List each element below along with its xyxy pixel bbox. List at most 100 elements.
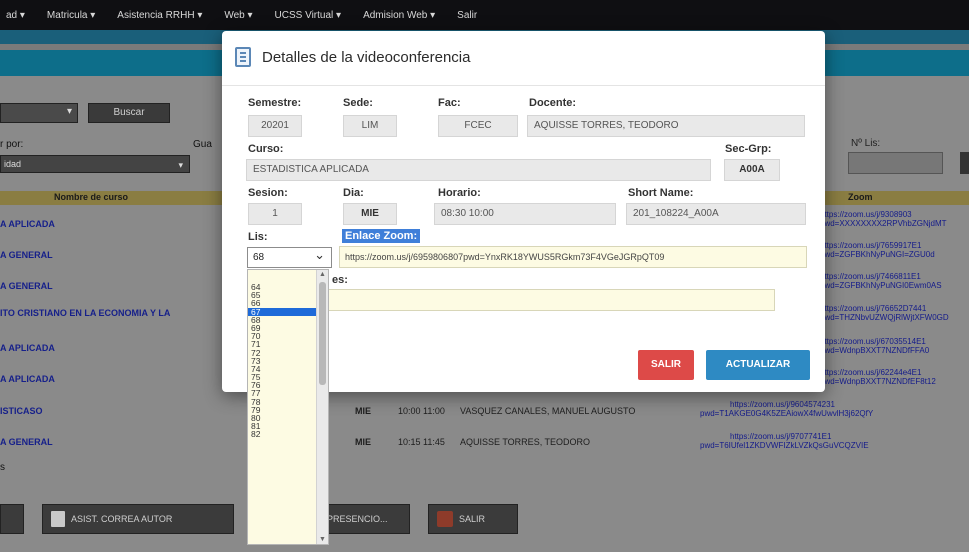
- zoom-link-input[interactable]: https://zoom.us/j/6959806807pwd=YnxRK18Y…: [339, 246, 807, 268]
- zoom-link-url[interactable]: https://zoom.us/j/7659917E1: [820, 241, 969, 250]
- lis-select[interactable]: 68: [247, 245, 332, 268]
- bottom-salir-button[interactable]: SALIR: [428, 504, 518, 534]
- actualizar-button[interactable]: ACTUALIZAR: [706, 350, 810, 380]
- horario-field: 08:30 10:00: [434, 203, 616, 225]
- zoom-link-url[interactable]: https://zoom.us/j/62244e4E1: [820, 368, 969, 377]
- sede-field: LIM: [343, 115, 397, 137]
- nav-item-ucss-virtual[interactable]: UCSS Virtual ▾: [275, 10, 342, 21]
- zoom-link-url[interactable]: https://zoom.us/j/67035514E1: [820, 337, 969, 346]
- dia-label: Dia:: [343, 187, 364, 199]
- zoom-link-url[interactable]: https://zoom.us/j/9604574231: [700, 400, 969, 409]
- zoom-link-url[interactable]: https://zoom.us/j/76652D7441: [820, 304, 969, 313]
- zoom-link-pwd[interactable]: pwd=THZNbvUZWQjRlWjtXFW0GD: [820, 313, 969, 322]
- course-link[interactable]: A APLICADA: [0, 374, 55, 384]
- dropdown-scrollbar[interactable]: ▲ ▼: [316, 270, 328, 544]
- nlis-input[interactable]: [848, 152, 943, 174]
- zoom-link-cell[interactable]: https://zoom.us/j/67035514E1 pwd=WdnpBXX…: [820, 337, 969, 355]
- nav-item-web[interactable]: Web ▾: [224, 10, 252, 21]
- exit-icon: [437, 511, 453, 527]
- fac-field: FCEC: [438, 115, 518, 137]
- filter-type-select[interactable]: idad: [0, 155, 190, 173]
- zoom-link-pwd[interactable]: pwd=WdnpBXXT7NZNDfEF8t12: [820, 377, 969, 386]
- scrollbar-thumb[interactable]: [319, 282, 326, 385]
- bottom-button-1[interactable]: [0, 504, 24, 534]
- short-name-label: Short Name:: [628, 187, 694, 199]
- semestre-field: 20201: [248, 115, 302, 137]
- zoom-link-cell[interactable]: https://zoom.us/j/9604574231 pwd=T1AKGE0…: [700, 400, 969, 418]
- asist-correa-label: ASIST. CORREA AUTOR: [71, 514, 173, 524]
- observaciones-label: es:: [332, 274, 348, 286]
- sesion-field: 1: [248, 203, 302, 225]
- course-link[interactable]: ITO CRISTIANO EN LA ECONOMIA Y LA: [0, 308, 170, 318]
- lis-label: Lis:: [248, 231, 268, 243]
- row-day: MIE: [355, 406, 372, 416]
- dia-field: MIE: [343, 203, 397, 225]
- zoom-link-pwd[interactable]: pwd=T6IUfel1ZKDVWFIZkLVZkQsGuVCQZVIE: [700, 441, 969, 450]
- zoom-link-cell[interactable]: https://zoom.us/j/9707741E1 pwd=T6IUfel1…: [700, 432, 969, 450]
- filter-button-edge[interactable]: [960, 152, 969, 174]
- column-header-zoom: Zoom: [848, 192, 873, 202]
- row-teacher: VASQUEZ CANALES, MANUEL AUGUSTO: [460, 406, 636, 416]
- column-header-course: Nombre de curso: [54, 192, 129, 202]
- zoom-link-pwd[interactable]: pwd=XXXXXXXX2RPVhbZGNjdMT: [820, 219, 969, 228]
- sec-grp-field: A00A: [724, 159, 780, 181]
- search-button[interactable]: Buscar: [88, 103, 170, 123]
- fac-label: Fac:: [438, 97, 461, 109]
- zoom-link-cell[interactable]: https://zoom.us/j/7659917E1 pwd=ZGFBKhNy…: [820, 241, 969, 259]
- document-icon: [235, 47, 251, 67]
- nav-item-0[interactable]: ad ▾: [6, 10, 25, 21]
- docente-field: AQUISSE TORRES, TEODORO: [527, 115, 805, 137]
- zoom-link-url[interactable]: https://zoom.us/j/9308903: [820, 210, 969, 219]
- zoom-link-url[interactable]: https://zoom.us/j/9707741E1: [700, 432, 969, 441]
- zoom-link-pwd[interactable]: pwd=T1AKGE0G4K5ZEAiowX4fwUwvlH3j62QfY: [700, 409, 969, 418]
- zoom-link-label: Enlace Zoom:: [342, 229, 421, 243]
- row-time: 10:00 11:00: [398, 406, 445, 416]
- observaciones-input[interactable]: [328, 289, 775, 311]
- nav-item-matricula[interactable]: Matricula ▾: [47, 10, 95, 21]
- row-teacher: AQUISSE TORRES, TEODORO: [460, 437, 591, 447]
- lis-option[interactable]: 82: [248, 430, 316, 439]
- presencio-label: PRESENCIO...: [327, 514, 388, 524]
- horario-label: Horario:: [438, 187, 481, 199]
- modal-title: Detalles de la videoconferencia: [262, 49, 471, 66]
- zoom-link-pwd[interactable]: pwd=ZGFBKhNyPuNGI=ZGU0d: [820, 250, 969, 259]
- row-day: MIE: [355, 437, 372, 447]
- nav-item-salir[interactable]: Salir: [457, 10, 477, 21]
- course-link[interactable]: A GENERAL: [0, 437, 53, 447]
- top-navigation: ad ▾ Matricula ▾ Asistencia RRHH ▾ Web ▾…: [0, 0, 969, 30]
- zoom-link-pwd[interactable]: pwd=ZGFBKhNyPuNGI0Ewm0AS: [820, 281, 969, 290]
- zoom-link-cell[interactable]: https://zoom.us/j/9308903 pwd=XXXXXXXX2R…: [820, 210, 969, 228]
- lis-dropdown-list[interactable]: 64 65 66 67 68 69 70 71 72 73 74 75 76 77 78 79 80 81 82 ▲…: [247, 269, 329, 545]
- document-icon: [51, 511, 65, 527]
- scroll-down-icon[interactable]: ▼: [319, 536, 326, 543]
- modal-header: Detalles de la videoconferencia: [222, 31, 825, 86]
- filter-select[interactable]: [0, 103, 78, 123]
- course-link[interactable]: ISTICASO: [0, 406, 43, 416]
- sesion-label: Sesion:: [248, 187, 288, 199]
- docente-label: Docente:: [529, 97, 577, 109]
- course-link[interactable]: A GENERAL: [0, 281, 53, 291]
- row-time: 10:15 11:45: [398, 437, 445, 447]
- salir-button[interactable]: SALIR: [638, 350, 694, 380]
- zoom-link-url[interactable]: https://zoom.us/j/7466811E1: [820, 272, 969, 281]
- scroll-up-icon[interactable]: ▲: [319, 271, 326, 278]
- nav-item-admision-web[interactable]: Admision Web ▾: [363, 10, 435, 21]
- lis-options: 64 65 66 67 68 69 70 71 72 73 74 75 76 77 78 79 80 81 82: [248, 283, 316, 439]
- sede-label: Sede:: [343, 97, 373, 109]
- filter-gua-label: Gua: [193, 139, 212, 150]
- zoom-link-cell[interactable]: https://zoom.us/j/62244e4E1 pwd=WdnpBXXT…: [820, 368, 969, 386]
- zoom-link-cell[interactable]: https://zoom.us/j/76652D7441 pwd=THZNbvU…: [820, 304, 969, 322]
- course-link[interactable]: A GENERAL: [0, 250, 53, 260]
- course-link[interactable]: A APLICADA: [0, 219, 55, 229]
- filter-by-label: r por:: [0, 139, 24, 150]
- zoom-link-cell[interactable]: https://zoom.us/j/7466811E1 pwd=ZGFBKhNy…: [820, 272, 969, 290]
- asist-correa-button[interactable]: ASIST. CORREA AUTOR: [42, 504, 234, 534]
- nav-item-asistencia[interactable]: Asistencia RRHH ▾: [117, 10, 202, 21]
- course-link[interactable]: A APLICADA: [0, 343, 55, 353]
- curso-label: Curso:: [248, 143, 284, 155]
- bottom-salir-label: SALIR: [459, 514, 486, 524]
- zoom-link-pwd[interactable]: pwd=WdnpBXXT7NZNDfFFA0: [820, 346, 969, 355]
- footer-label: s: [0, 462, 5, 473]
- semestre-label: Semestre:: [248, 97, 302, 109]
- presencio-button[interactable]: PRESENCIO...: [318, 504, 410, 534]
